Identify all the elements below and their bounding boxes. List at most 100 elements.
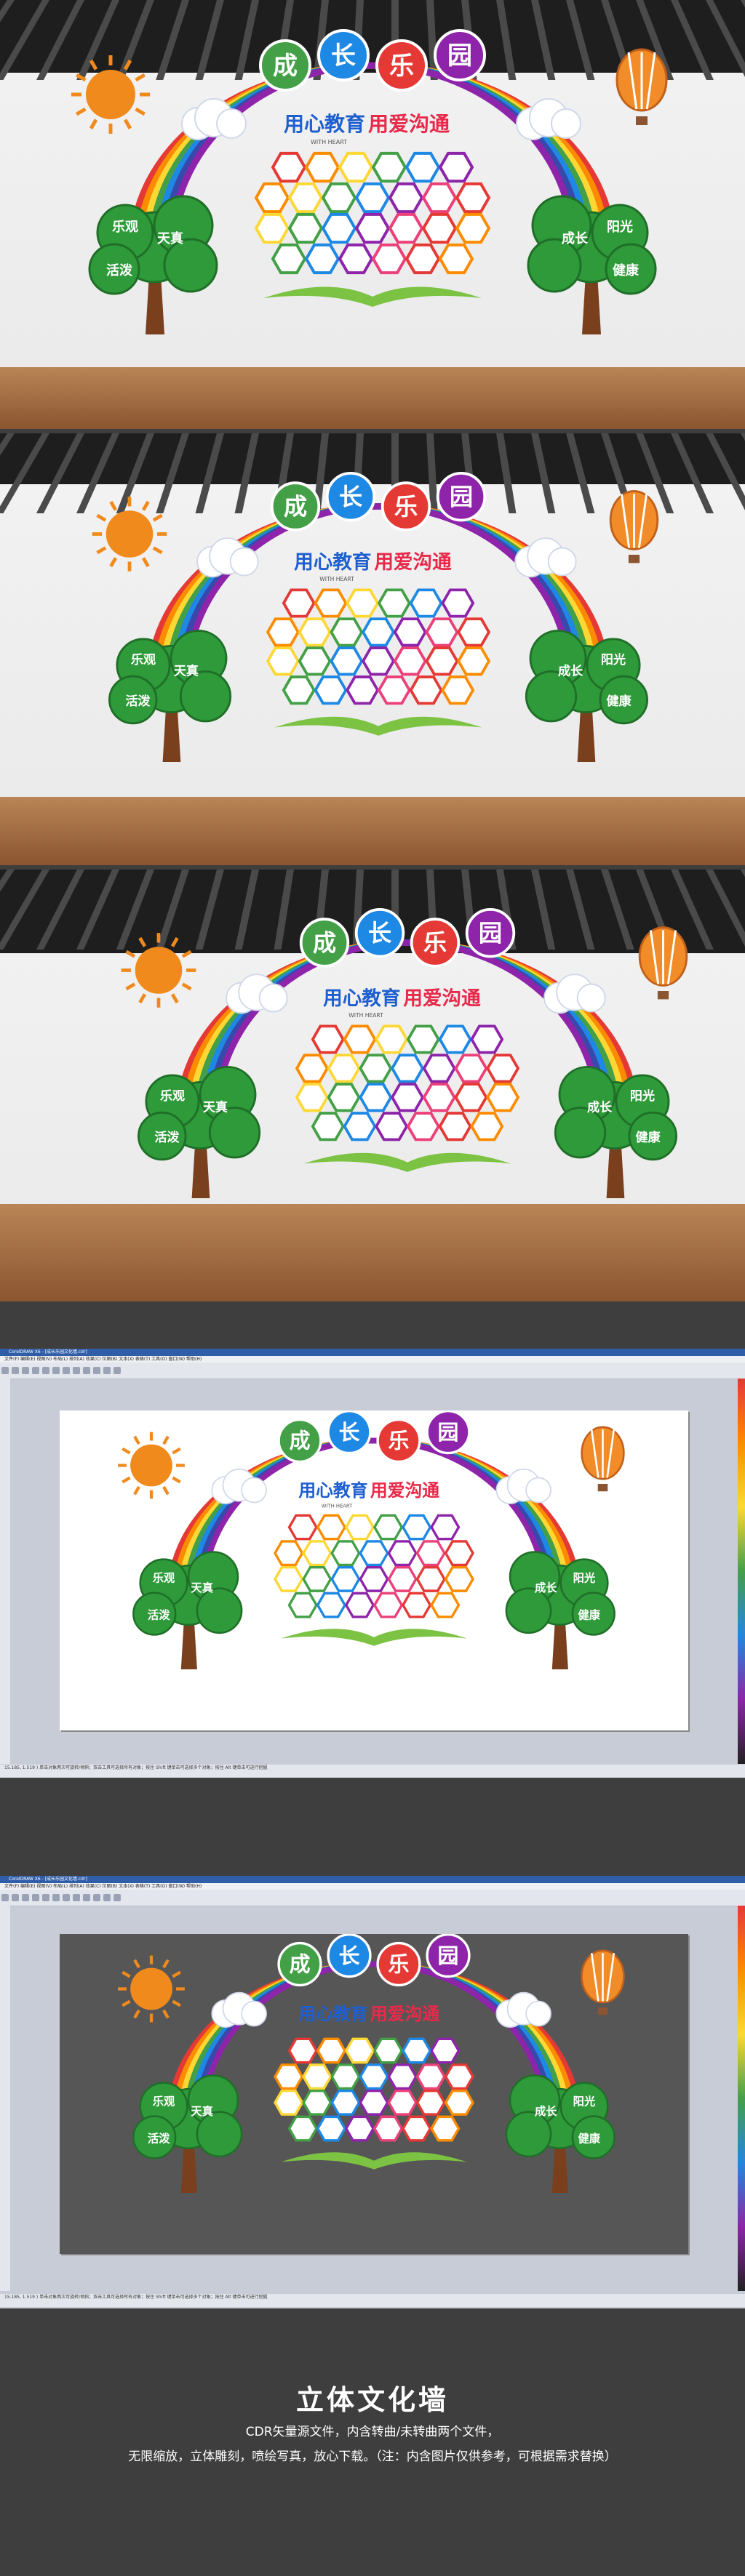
- photo-frame: [321, 212, 357, 244]
- cloud: [525, 1477, 551, 1504]
- photo-frame: [438, 1112, 472, 1141]
- photo-frame: [314, 675, 348, 705]
- photo-frame: [287, 212, 324, 244]
- mural: 成长乐园用心教育 用爱沟通WITH HEART乐观天真活泼阳光成长健康: [71, 29, 668, 334]
- menu-bar[interactable]: 文件(F) 编辑(E) 视图(V) 布局(L) 排列(A) 效果(C) 位图(B…: [0, 1883, 745, 1890]
- photo-frame: [302, 1540, 332, 1567]
- photo-frame: [425, 617, 459, 647]
- sun-ray: [172, 1999, 181, 2007]
- slogan-part-b: 用爱沟通: [368, 112, 450, 136]
- photo-frame: [344, 2037, 375, 2064]
- tree-foliage: [208, 1107, 261, 1159]
- sun-ray: [125, 950, 136, 958]
- sun-ray: [141, 557, 150, 568]
- mural: 成长乐园用心教育 用爱沟通WITH HEART乐观天真活泼阳光成长健康: [118, 1933, 625, 2193]
- color-palette[interactable]: [738, 1906, 745, 2291]
- photo-frame: [359, 2063, 389, 2090]
- sun-ray: [125, 982, 136, 991]
- toolbar[interactable]: [0, 1363, 745, 1379]
- title-char: 成: [284, 493, 307, 521]
- leaf-label: 健康: [613, 262, 640, 278]
- photo-frame: [330, 2063, 361, 2090]
- photo-frame: [405, 151, 441, 183]
- photo-frame: [346, 588, 380, 618]
- title-char: 乐: [389, 1952, 410, 1977]
- photo-frame: [271, 151, 307, 183]
- photo-frame: [444, 1540, 474, 1567]
- balloon-basket: [636, 116, 648, 125]
- photo-frame: [401, 2037, 432, 2064]
- sun-ray: [89, 59, 98, 71]
- sun-ray: [96, 546, 107, 555]
- sun-ray: [109, 557, 118, 568]
- photo-frame: [455, 212, 491, 244]
- photo-frame: [282, 588, 316, 618]
- cloud: [216, 108, 247, 139]
- balloon-basket: [628, 555, 640, 563]
- leaf-label: 天真: [174, 663, 199, 678]
- toolbox[interactable]: [0, 1379, 10, 1764]
- footer-line-1: CDR矢量源文件，内含转曲/未转曲两个文件，: [245, 2425, 500, 2439]
- sun-ray: [181, 950, 192, 958]
- photo-frame: [359, 1054, 393, 1083]
- leaf-label: 活泼: [148, 2132, 170, 2145]
- photo-frame: [316, 2115, 347, 2142]
- photo-frame: [304, 243, 340, 275]
- slogan-part-b: 用爱沟通: [370, 1480, 439, 1501]
- sun-ray: [172, 1476, 181, 1484]
- photo-frame: [454, 1083, 488, 1112]
- sun-ray: [75, 107, 87, 116]
- leaf-label: 阳光: [601, 652, 626, 667]
- photo-frame: [422, 1054, 456, 1083]
- sun-ray: [135, 107, 146, 116]
- photo-frame: [457, 646, 491, 676]
- title-char: 园: [438, 1943, 459, 1968]
- sun-ray: [121, 1999, 131, 2007]
- photo-frame: [375, 1112, 409, 1141]
- photo-frame: [486, 1054, 520, 1083]
- tree-foliage: [554, 1107, 607, 1159]
- footer: 立体文化墙 CDR矢量源文件，内含转曲/未转曲两个文件， 无限缩放，立体雕刻，喷…: [0, 2378, 745, 2467]
- mural: 成长乐园用心教育 用爱沟通WITH HEART乐观天真活泼阳光成长健康: [121, 907, 688, 1198]
- leaf-label: 乐观: [131, 653, 156, 667]
- slogan-part-a: 用心教育: [284, 112, 365, 136]
- photo-frame: [372, 1592, 404, 1618]
- tree-foliage: [505, 1587, 552, 1634]
- status-bar: 15.185, 1.519 ) 单击对象两次可旋转/倾斜；双击工具可选择所有对象…: [0, 1765, 745, 1778]
- photo-frame: [316, 2037, 347, 2064]
- leaf-label: 天真: [191, 1581, 213, 1594]
- leaf-label: 乐观: [153, 2095, 175, 2108]
- photo-frame: [295, 1083, 329, 1112]
- toolbox[interactable]: [0, 1906, 10, 2291]
- slogan-part-a: 用心教育: [298, 1480, 367, 1501]
- toolbar[interactable]: [0, 1890, 745, 1906]
- photo-frame: [430, 2115, 461, 2142]
- photo-frame: [354, 212, 391, 244]
- slogan-small: WITH HEART: [319, 576, 354, 582]
- sun-ray: [138, 993, 147, 1004]
- leaf-label: 阳光: [573, 1571, 596, 1584]
- tree-foliage: [525, 670, 578, 723]
- scene-photo-2: 成长乐园用心教育 用爱沟通 WITH HEART 乐观 天真 活泼 阳光 成长 健康: [0, 433, 745, 865]
- window-title: CorelDRAW X6 - [成长乐园文化墙.cdr]: [0, 1876, 745, 1883]
- photo-frame: [421, 182, 458, 214]
- color-palette[interactable]: [738, 1379, 745, 1764]
- photo-frame: [344, 2115, 375, 2142]
- photo-frame: [344, 1592, 375, 1618]
- tree-foliage: [505, 2111, 552, 2158]
- book-leaf-base: [281, 2152, 467, 2170]
- photo-frame: [302, 2089, 332, 2116]
- menu-bar[interactable]: 文件(F) 编辑(E) 视图(V) 布局(L) 排列(A) 效果(C) 位图(B…: [0, 1356, 745, 1363]
- photo-frame: [372, 1514, 404, 1541]
- footer-title: 立体文化墙: [295, 2384, 449, 2416]
- photo-frame: [359, 1083, 393, 1112]
- photo-frame: [287, 1592, 318, 1618]
- leaf-label: 活泼: [154, 1130, 180, 1145]
- leaf-label: 健康: [636, 1130, 661, 1145]
- sun-ray: [138, 936, 147, 947]
- photo-frame: [274, 2063, 304, 2090]
- sun-ray: [170, 936, 179, 947]
- sun-ray: [162, 1435, 170, 1445]
- photo-frame: [388, 182, 424, 214]
- leaf-label: 健康: [607, 694, 632, 709]
